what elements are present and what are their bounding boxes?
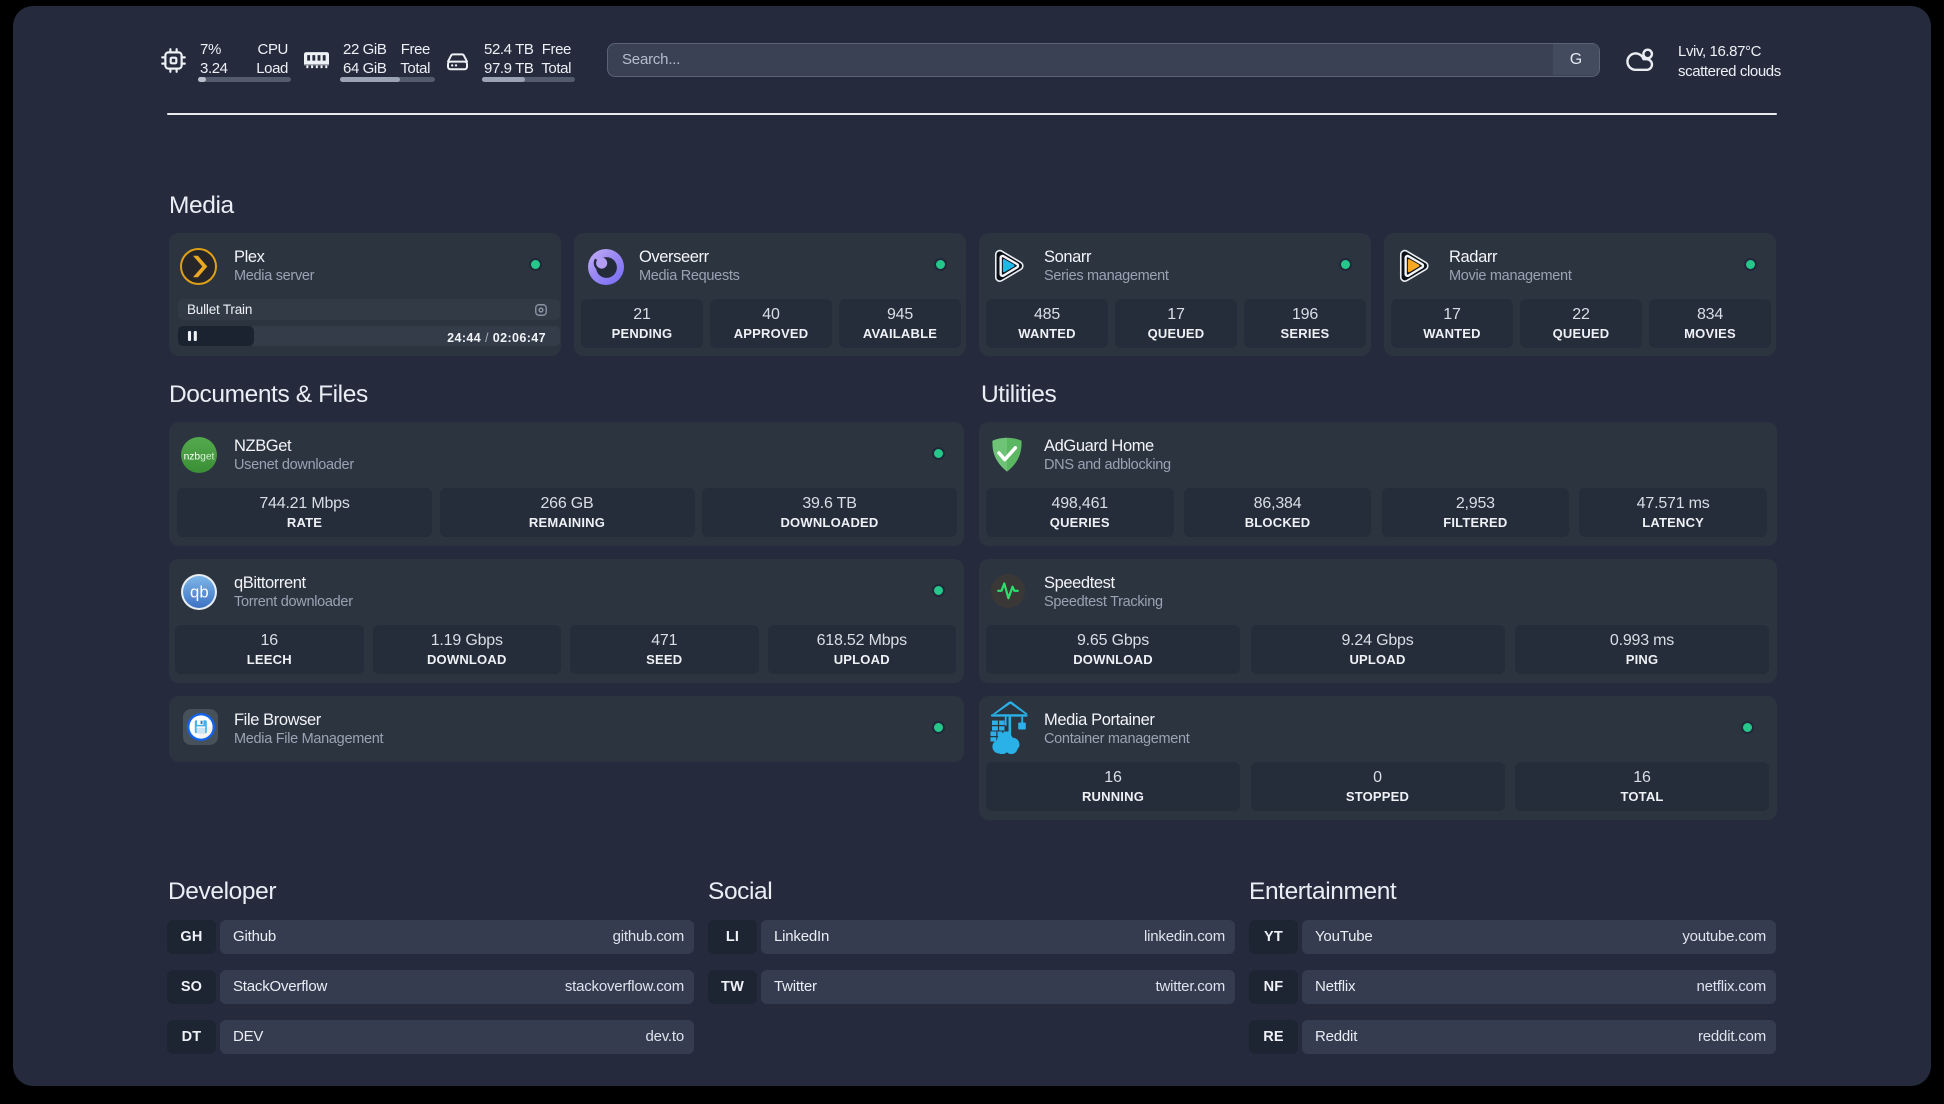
svg-text:nzbget: nzbget [184, 451, 215, 462]
svg-text:qb: qb [190, 583, 209, 602]
